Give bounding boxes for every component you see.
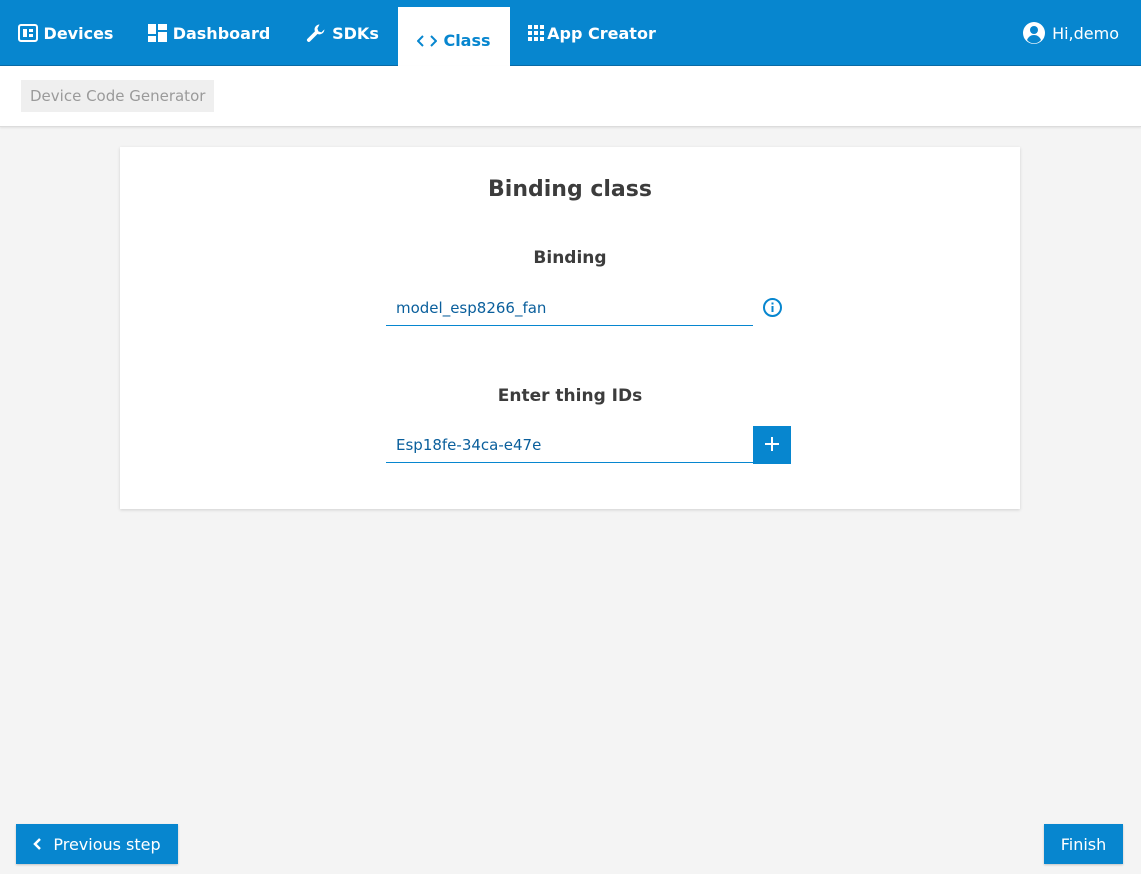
- user-menu[interactable]: Hi,demo: [1023, 0, 1119, 66]
- thing-ids-label: Enter thing IDs: [497, 386, 643, 406]
- nav-devices-label: Devices: [43, 23, 114, 43]
- wrench-icon: [306, 23, 326, 43]
- binding-class-card: Binding class Binding Enter thing IDs: [120, 147, 1020, 509]
- finish-button[interactable]: Finish: [1044, 824, 1123, 864]
- plus-icon: [764, 436, 780, 455]
- previous-step-label: Previous step: [53, 834, 161, 854]
- devices-icon: [17, 24, 38, 42]
- nav-app-creator[interactable]: App Creator: [510, 0, 674, 66]
- dashboard-icon: [147, 24, 167, 42]
- info-icon[interactable]: [762, 297, 783, 318]
- top-nav-bar: Devices Dashboard SDKs Class App Creator…: [0, 0, 1141, 66]
- card-title: Binding class: [488, 177, 652, 202]
- grid-icon: [528, 25, 545, 41]
- nav-sdks[interactable]: SDKs: [287, 0, 398, 66]
- chevron-left-icon: [33, 837, 43, 851]
- thing-id-input[interactable]: [386, 427, 753, 463]
- main-nav: Devices Dashboard SDKs Class App Creator: [0, 0, 674, 66]
- nav-class-label: Class: [443, 31, 491, 50]
- breadcrumb[interactable]: Device Code Generator: [21, 80, 215, 112]
- sub-header: Device Code Generator: [0, 66, 1141, 127]
- nav-class[interactable]: Class: [398, 7, 510, 66]
- nav-devices[interactable]: Devices: [0, 0, 131, 66]
- nav-sdks-label: SDKs: [332, 23, 379, 43]
- nav-app-creator-label: App Creator: [547, 23, 656, 43]
- previous-step-button[interactable]: Previous step: [16, 824, 178, 864]
- add-thing-button[interactable]: [753, 426, 791, 464]
- binding-input[interactable]: [386, 290, 753, 326]
- nav-dashboard-label: Dashboard: [172, 23, 271, 43]
- user-avatar-icon: [1023, 22, 1046, 44]
- binding-label: Binding: [533, 248, 607, 268]
- nav-dashboard[interactable]: Dashboard: [131, 0, 287, 66]
- user-greeting: Hi,demo: [1052, 23, 1119, 43]
- code-icon: [417, 34, 438, 48]
